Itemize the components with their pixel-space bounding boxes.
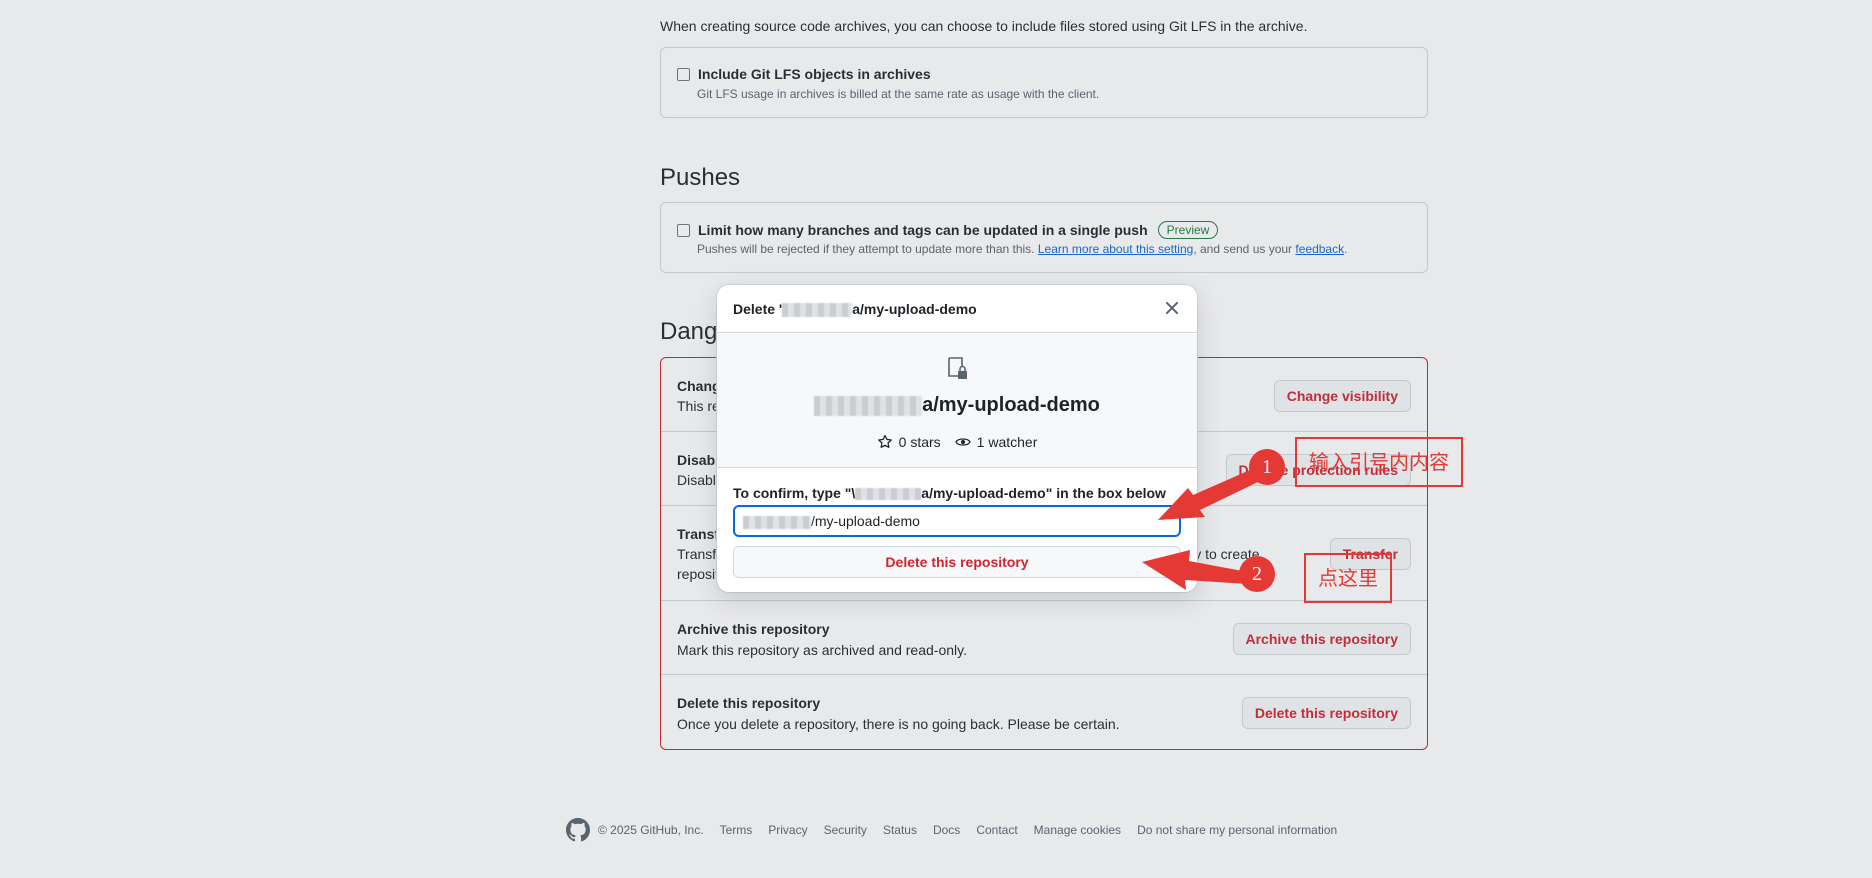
annotation-step-1-badge: 1 xyxy=(1249,449,1285,485)
annotation-step-2-label: 点这里 xyxy=(1304,553,1392,603)
repo-locked-icon xyxy=(948,357,967,379)
confirm-instruction: To confirm, type "\ a/my-upload-demo" in … xyxy=(733,485,1166,501)
redacted-owner xyxy=(782,303,853,318)
dialog-title-prefix: Delete ' xyxy=(733,301,783,317)
delete-repository-dialog: Delete ' a/my-upload-demo a/my-upload-dem… xyxy=(717,285,1197,592)
confirm-prefix: To confirm, type "\ xyxy=(733,485,856,501)
watchers-count: 1 watcher xyxy=(976,434,1038,450)
settings-page: When creating source code archives, you … xyxy=(0,0,1872,878)
star-icon xyxy=(877,434,892,448)
redacted-owner xyxy=(855,488,922,501)
redacted-owner xyxy=(743,515,811,529)
eye-icon xyxy=(954,438,971,446)
confirm-repo-name-input[interactable]: /my-upload-demo xyxy=(733,505,1181,537)
repo-name-suffix: a/my-upload-demo xyxy=(922,394,1100,416)
confirm-input-value: /my-upload-demo xyxy=(811,513,920,529)
confirm-suffix: " in the box below xyxy=(1045,485,1166,501)
stars-count: 0 stars xyxy=(898,434,941,450)
confirm-middle: a/my-upload-demo xyxy=(921,485,1046,501)
confirm-delete-button[interactable]: Delete this repository xyxy=(733,546,1181,578)
close-icon[interactable] xyxy=(1163,299,1181,317)
dialog-header: Delete ' a/my-upload-demo xyxy=(717,285,1197,333)
annotation-step-2-badge: 2 xyxy=(1239,556,1275,592)
redacted-owner xyxy=(814,395,923,416)
annotation-step-1-label: 输入引号内内容 xyxy=(1295,437,1463,487)
dialog-title-suffix: a/my-upload-demo xyxy=(852,301,977,317)
dialog-repo-name: a/my-upload-demo xyxy=(717,394,1197,417)
dialog-repo-summary: a/my-upload-demo 0 stars 1 watcher xyxy=(717,334,1197,468)
repo-stats: 0 stars 1 watcher xyxy=(717,434,1197,450)
dialog-title: Delete ' a/my-upload-demo xyxy=(733,301,977,318)
